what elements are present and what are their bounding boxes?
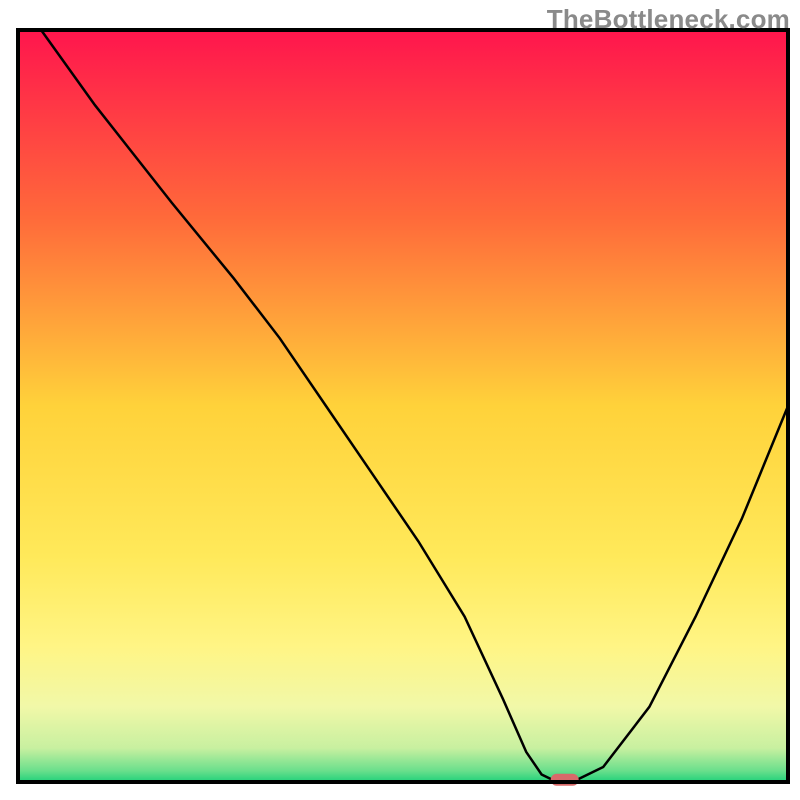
chart-container: TheBottleneck.com	[0, 0, 800, 800]
plot-background	[18, 30, 788, 782]
bottleneck-chart	[0, 0, 800, 800]
watermark-label: TheBottleneck.com	[547, 4, 790, 35]
